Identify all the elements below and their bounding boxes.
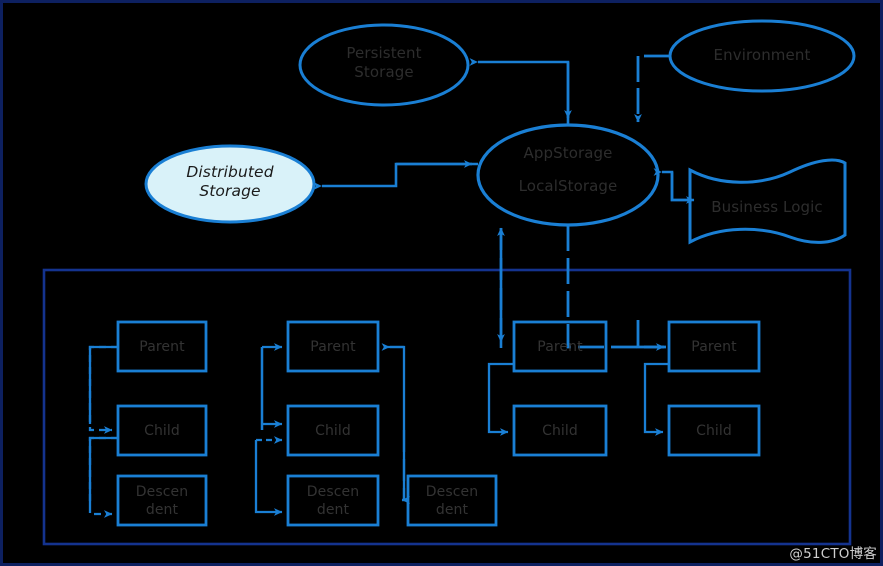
connector-g2-parent-down-to-outer-descendent: [401, 430, 410, 504]
node-persistent-storage: [298, 23, 470, 107]
connector-g2-parent-to-outer-descendent: [384, 345, 406, 502]
node-environment: [668, 19, 856, 93]
diagram-vector-layer: [0, 0, 883, 566]
box-g3-child: [512, 404, 608, 457]
connector-businesslogic-to-appstorage: [653, 168, 688, 202]
box-g4-parent: [667, 320, 761, 373]
connector-g1-child-to-descendent-solid: [88, 436, 118, 506]
connector-appstorage-to-group4: [566, 225, 665, 351]
outer-frame: [0, 0, 883, 566]
box-g1-descendent: [116, 474, 208, 527]
connector-g1-parent-to-child: [88, 345, 118, 434]
connector-g1-child-to-descendent: [88, 436, 118, 518]
box-g1-child: [116, 404, 208, 457]
box-g2-child: [286, 404, 380, 457]
connector-appstorage-to-persistent: [469, 58, 570, 125]
box-g4-child: [667, 404, 761, 457]
box-g2-parent: [286, 320, 380, 373]
connector-distributed-to-appstorage-left: [313, 162, 478, 190]
connector-g2-bus-to-parent: [260, 347, 282, 430]
watermark: @51CTO博客: [789, 546, 877, 562]
node-business-logic: [688, 158, 847, 245]
connector-group4-feed: [636, 320, 666, 349]
connector-g4-parent-to-child: [643, 362, 669, 436]
box-g1-parent: [116, 320, 208, 373]
node-app-storage: [476, 123, 660, 227]
box-g2-descendent-outer: [406, 474, 498, 527]
box-g2-descendent: [286, 474, 380, 527]
connector-environment-to-appstorage: [634, 54, 670, 123]
connector-g2-bus-lower-vertical: [254, 440, 283, 516]
connector-g3-parent-to-child: [487, 362, 514, 436]
connector-g1-parent-to-child-solid: [88, 345, 118, 424]
node-distributed-storage: [144, 144, 316, 224]
diagram-canvas: Persistent Storage Environment AppStorag…: [0, 0, 883, 566]
